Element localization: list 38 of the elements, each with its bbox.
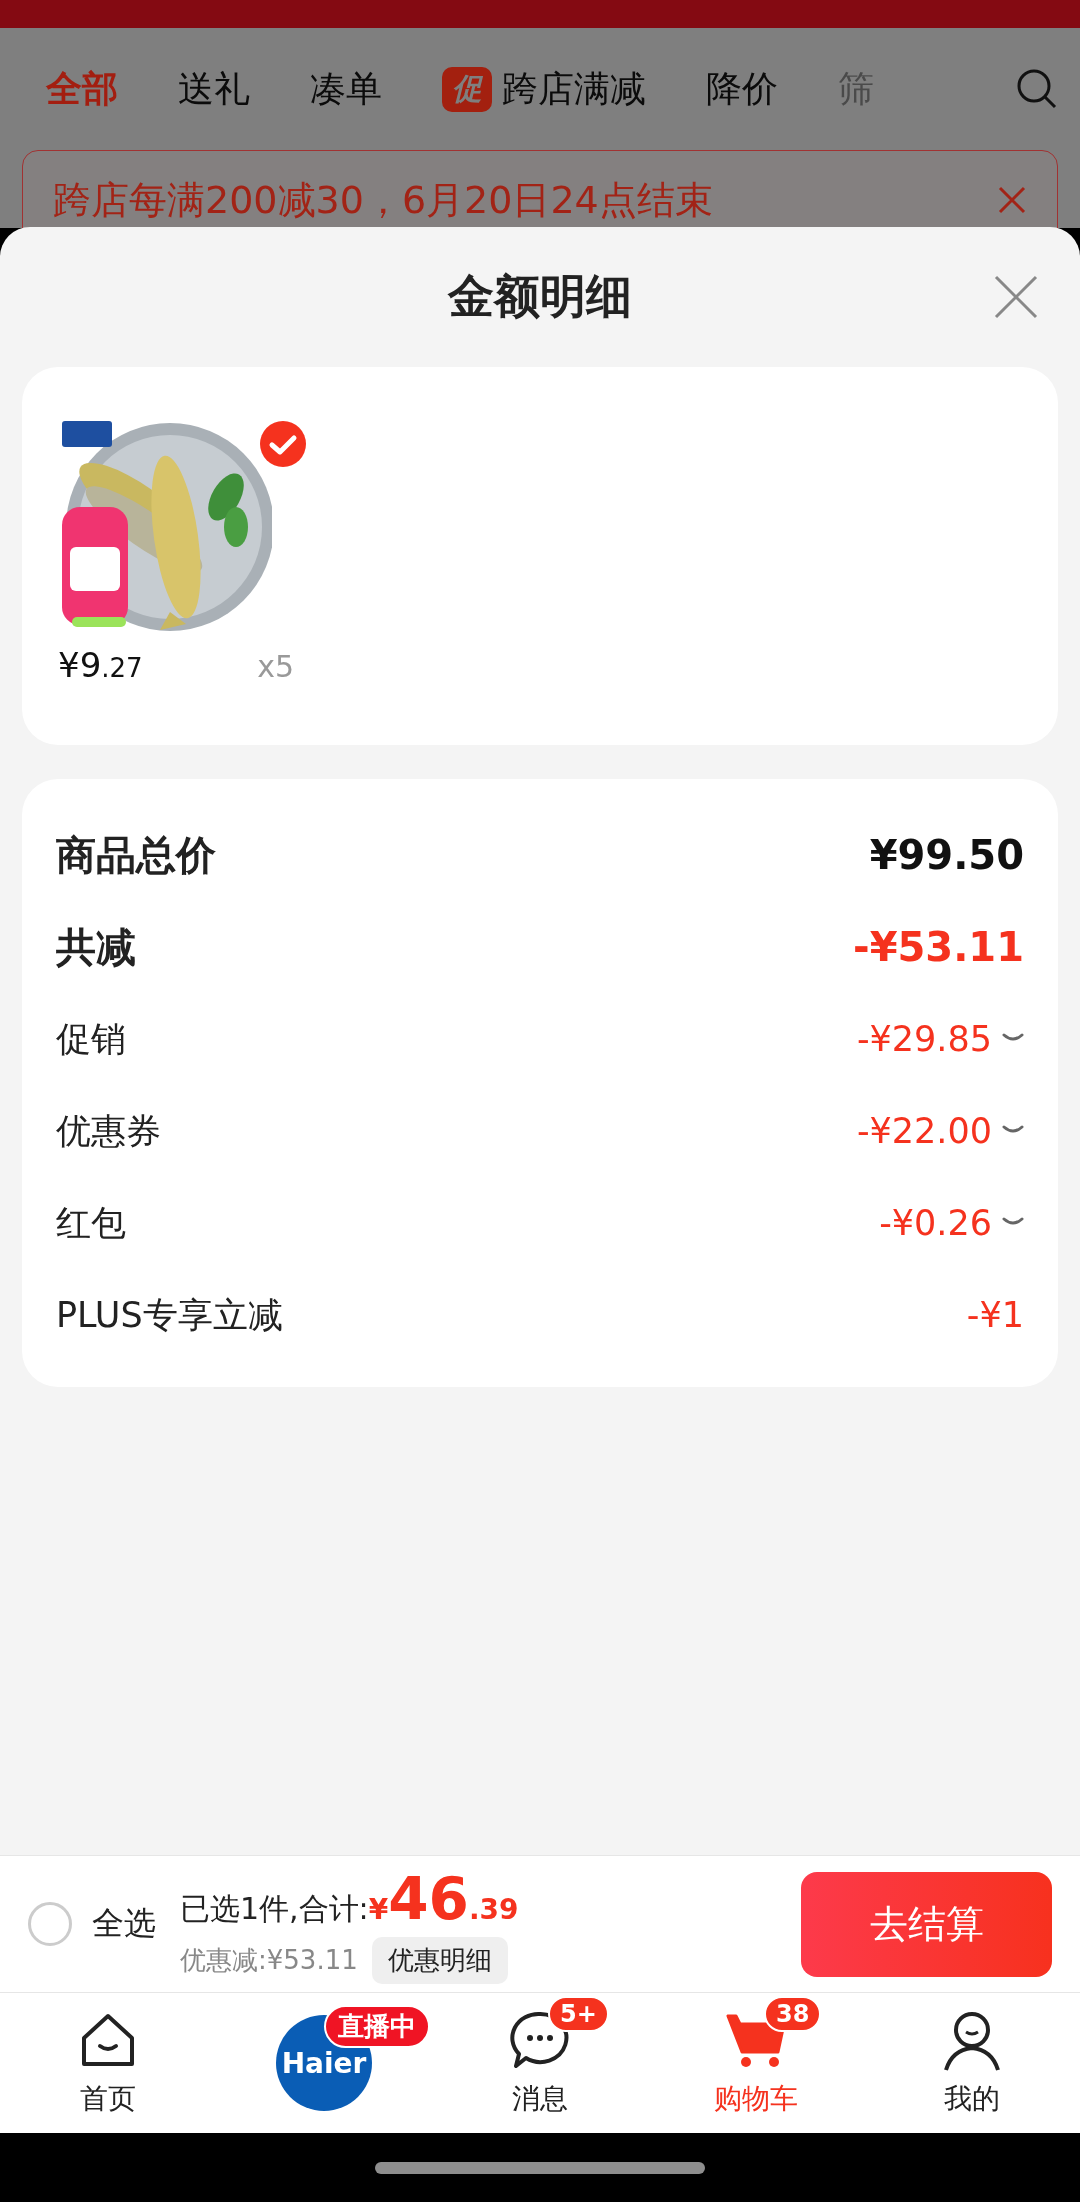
row-label: 优惠券 [56, 1109, 161, 1153]
banner-text: 跨店每满200减30，6月20日24点结束 [53, 176, 714, 224]
nav-label[interactable]: 我的 [944, 2080, 1000, 2118]
tab[interactable]: 促 跨店满减 [442, 64, 646, 114]
select-all-checkbox[interactable] [28, 1902, 72, 1946]
home-indicator[interactable] [375, 2161, 705, 2174]
row-amount: -¥1 [966, 1295, 1024, 1335]
tab[interactable]: 降价 [706, 64, 778, 114]
count-badge: 38 [764, 1996, 822, 2032]
item-quantity: x5 [257, 649, 294, 684]
selected-summary: 已选1件,合计: [180, 1889, 369, 1928]
total-price: ¥46.39 [368, 1864, 519, 1933]
row-label: 红包 [56, 1201, 126, 1245]
live-badge: 直播中 [324, 2005, 430, 2048]
row-label: 促销 [56, 1017, 126, 1061]
nav-label[interactable]: 购物车 [714, 2080, 798, 2118]
checkout-button[interactable]: 去结算 [801, 1871, 1052, 1977]
row-amount: -¥0.26 [879, 1203, 992, 1243]
row-amount: -¥29.85 [856, 1019, 992, 1059]
select-all-label: 全选 [92, 1903, 156, 1944]
promo-badge: 促 [442, 66, 492, 112]
row-label: PLUS专享立减 [56, 1293, 283, 1337]
row-amount: -¥22.00 [856, 1111, 992, 1151]
tab[interactable]: 凑单 [310, 64, 382, 114]
row-amount: ¥99.50 [869, 832, 1024, 878]
row-label: 商品总价 [56, 830, 216, 880]
check-icon[interactable] [260, 421, 306, 467]
tab[interactable]: 送礼 [178, 64, 250, 114]
close-icon[interactable] [992, 273, 1040, 321]
discount-details-button[interactable]: 优惠明细 [371, 1936, 508, 1984]
row-label: 共减 [56, 922, 136, 972]
discount-text: 优惠减:¥53.11 [180, 1943, 358, 1977]
count-badge: 5+ [548, 1996, 609, 2032]
sheet-title: 金额明细 [448, 268, 632, 325]
nav-label[interactable]: 消息 [512, 2080, 568, 2118]
nav-label[interactable]: 首页 [80, 2080, 136, 2118]
item-price: ¥9.27 [58, 645, 143, 685]
row-amount: -¥53.11 [853, 924, 1024, 970]
